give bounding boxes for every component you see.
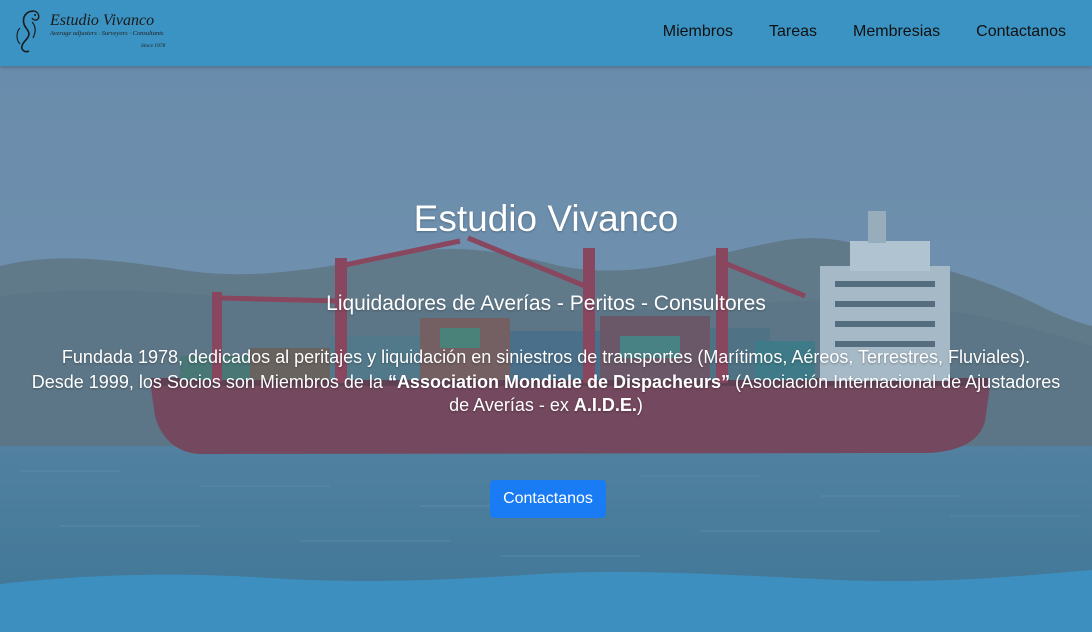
membership-text-1: Desde 1999, los Socios son Miembros de l…: [31, 372, 388, 392]
nav-item-contactanos[interactable]: Contactanos: [976, 23, 1066, 41]
logo-tagline: Average adjusters · Surveyors · Consulta…: [50, 30, 164, 37]
nav-item-miembros[interactable]: Miembros: [663, 23, 733, 41]
main-nav: Miembros Tareas Membresias Contactanos: [663, 0, 1066, 64]
membership-text-3: ): [636, 395, 643, 415]
nav-item-membresias[interactable]: Membresias: [853, 23, 940, 41]
navbar: Estudio Vivanco Average adjusters · Surv…: [0, 0, 1092, 66]
hero-subtitle: Liquidadores de Averías - Peritos - Cons…: [326, 292, 766, 315]
wave-divider: [0, 570, 1092, 632]
hero-description: Fundada 1978, dedicados al peritajes y l…: [24, 346, 1068, 417]
hero-title: Estudio Vivanco: [413, 198, 679, 239]
association-name: “Association Mondiale de Dispacheurs”: [387, 372, 731, 392]
logo[interactable]: Estudio Vivanco Average adjusters · Surv…: [14, 8, 174, 56]
hero-section: Estudio Vivanco Liquidadores de Averías …: [0, 66, 1092, 632]
hero-paragraph-membership: Desde 1999, los Socios son Miembros de l…: [24, 371, 1068, 417]
nav-item-tareas[interactable]: Tareas: [769, 23, 817, 41]
hero-paragraph-founded: Fundada 1978, dedicados al peritajes y l…: [61, 347, 1031, 367]
aide-abbreviation: A.I.D.E.: [573, 395, 637, 415]
logo-since: Since 1978: [141, 43, 166, 49]
logo-name: Estudio Vivanco: [50, 12, 155, 29]
contact-button[interactable]: Contactanos: [490, 480, 606, 518]
seahorse-logo-icon: [16, 10, 40, 53]
